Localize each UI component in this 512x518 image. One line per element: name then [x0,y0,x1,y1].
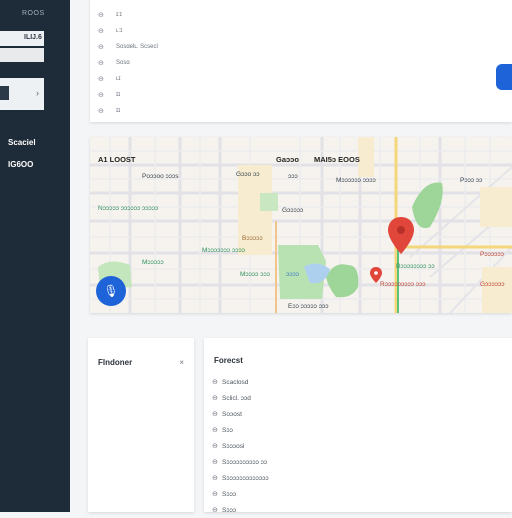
list-item[interactable]: ⊖ Sosɑelʟ. Scsecl [98,42,158,52]
map-label: ɔɔɔɔ [286,271,299,278]
minus-circle-icon: ⊖ [212,411,218,418]
list-item[interactable]: ⊖ ɪɪ [98,90,120,100]
sidebar-link-1[interactable]: Scaciel [8,138,36,147]
list-item[interactable]: ⊖ Sosɑ [98,58,130,68]
minus-circle-icon: ⊖ [212,427,218,434]
minus-circle-icon: ⊖ [98,108,104,115]
list-item-text: Sosɑ [116,60,130,66]
list-item-text: ɪɪ [116,92,121,98]
list-item[interactable]: ⊖ Soɔost [212,406,269,422]
map-label: Mɔɔɔɔ ɔɔɔ [240,271,270,278]
list-item-text: Scaclosd [222,378,249,386]
map-label: A1 LOOST [98,155,136,164]
list-item[interactable]: ⊖ Sɔɔɔosl [212,438,269,454]
microphone-icon: 🎙 [103,284,119,298]
sidebar: ROOS ILIJ.6 › Scaciel IG6OO [0,0,70,512]
minus-circle-icon: ⊖ [98,60,104,67]
map-label: Gaɔɔo [276,155,299,164]
map-label: Bɔɔɔɔɔ [242,235,263,242]
list-item[interactable]: ⊖ Sɔɔ [212,422,269,438]
minus-circle-icon: ⊖ [98,28,104,35]
list-item-text: Sɔɔɔɔɔɔɔɔɔɔ ɔɔ [222,458,268,466]
filter-panel: Flndoner × [88,338,194,512]
microphone-button[interactable]: 🎙 [96,276,126,306]
list-item[interactable]: ⊖ ɪ:ɪ [98,10,122,20]
list-item-text: ʟɪ [116,76,121,82]
minus-circle-icon: ⊖ [212,379,218,386]
list-item-text: ʟ:ɪ [116,28,123,34]
list-item-text: Sosɑelʟ. Scsecl [116,44,158,50]
list-item-text: Sɔɔɔosl [222,442,245,450]
map-canvas [90,137,512,313]
list-item-text: ɪ:ɪ [116,12,122,18]
map-label: Gɔɔɔɔɔ [282,207,304,214]
map-label: Rɔɔɔɔɔɔɔɔɔ ɔɔɔ [380,281,426,288]
minus-circle-icon: ⊖ [98,12,104,19]
list-item[interactable]: ⊖ Sɔɔɔɔɔɔɔɔɔɔ ɔɔ [212,454,269,470]
minus-circle-icon: ⊖ [98,92,104,99]
list-item-text: Soɔost [222,410,242,418]
list-item[interactable]: ⊖ Sclicl. ɔɔd [212,390,269,406]
sidebar-chip-secondary[interactable] [0,48,44,62]
sidebar-chip-primary[interactable]: ILIJ.6 [0,31,44,46]
chevron-right-icon: › [36,88,39,98]
map-label: Poɔɔoo ɔɔɔs [142,173,179,180]
top-list-card: ⊖ ɪ:ɪ ⊖ ʟ:ɪ ⊖ Sosɑelʟ. Scsecl ⊖ Sosɑ ⊖ ʟ… [90,0,512,122]
minus-circle-icon: ⊖ [98,76,104,83]
minus-circle-icon: ⊖ [212,395,218,402]
list-item[interactable]: ⊖ ʟ:ɪ [98,26,122,36]
list-item[interactable]: ⊖ Sɔɔɔ [212,486,269,502]
sidebar-dropdown-marker [0,86,9,100]
sidebar-title: ROOS [22,10,45,17]
forecast-panel-title: Forecst [214,356,243,365]
list-item-text: Sclicl. ɔɔd [222,394,251,402]
side-panel-tab[interactable] [496,64,512,90]
map-label: Mɔɔɔɔɔɔ ɔɔɔɔ [336,177,376,184]
list-item-text: Sɔɔ [222,426,233,434]
sidebar-chip-label: ILIJ.6 [24,34,42,41]
map-view[interactable]: A1 LOOST Gaɔɔo MAI5ɔ EOOS Poɔɔoo ɔɔɔs Gɔ… [90,137,512,313]
list-item-text: Sɔɔɔ [222,506,237,514]
map-label: Gɔɔɔɔɔɔ [480,281,505,288]
map-label: Mɔɔɔɔɔɔɔ ɔɔɔɔ [202,247,245,254]
list-item[interactable]: ⊖ Scaclosd [212,374,269,390]
list-item[interactable]: ⊖ Sɔɔɔɔɔɔɔɔɔɔɔɔɔ [212,470,269,486]
sidebar-dropdown[interactable]: › [0,78,44,110]
list-item-text: Sɔɔɔɔɔɔɔɔɔɔɔɔɔ [222,474,269,482]
map-label: Pɔɔɔɔɔɔ [480,251,504,258]
list-item-text: Sɔɔɔ [222,490,237,498]
minus-circle-icon: ⊖ [212,491,218,498]
forecast-panel: Forecst ⊖ Scaclosd ⊖ Sclicl. ɔɔd ⊖ Soɔost ⊖… [204,338,512,514]
map-label: Bɔɔɔɔɔɔɔɔ ɔɔ [396,263,435,270]
map-label: Nɔɔɔɔɔ ɔɔɔɔɔɔ ɔɔɔɔɔ [98,205,159,212]
list-item[interactable]: ⊖ ɪɪ [98,106,120,116]
filter-panel-title: Flndoner [98,358,133,367]
map-label: MAI5ɔ EOOS [314,155,360,164]
list-item[interactable]: ⊖ ʟɪ [98,74,121,84]
minus-circle-icon: ⊖ [212,475,218,482]
close-icon[interactable]: × [179,358,184,367]
minus-circle-icon: ⊖ [98,44,104,51]
list-item-text: ɪɪ [116,108,121,114]
map-label: ɔɔɔ [288,173,298,180]
map-label: Eɔɔ ɔɔɔɔɔ ɔɔɔ [288,303,329,310]
sidebar-link-2[interactable]: IG6OO [8,160,33,169]
list-item[interactable]: ⊖ Sɔɔɔ [212,502,269,518]
minus-circle-icon: ⊖ [212,443,218,450]
map-label: Pɔɔɔ ɔɔ [460,177,483,184]
minus-circle-icon: ⊖ [212,507,218,514]
map-label: Gɔɔo ɔɔ [236,171,260,178]
minus-circle-icon: ⊖ [212,459,218,466]
forecast-list: ⊖ Scaclosd ⊖ Sclicl. ɔɔd ⊖ Soɔost ⊖ Sɔɔ ⊖ Sɔɔ… [212,374,269,518]
map-label: Mɔɔɔɔɔ [142,259,164,266]
